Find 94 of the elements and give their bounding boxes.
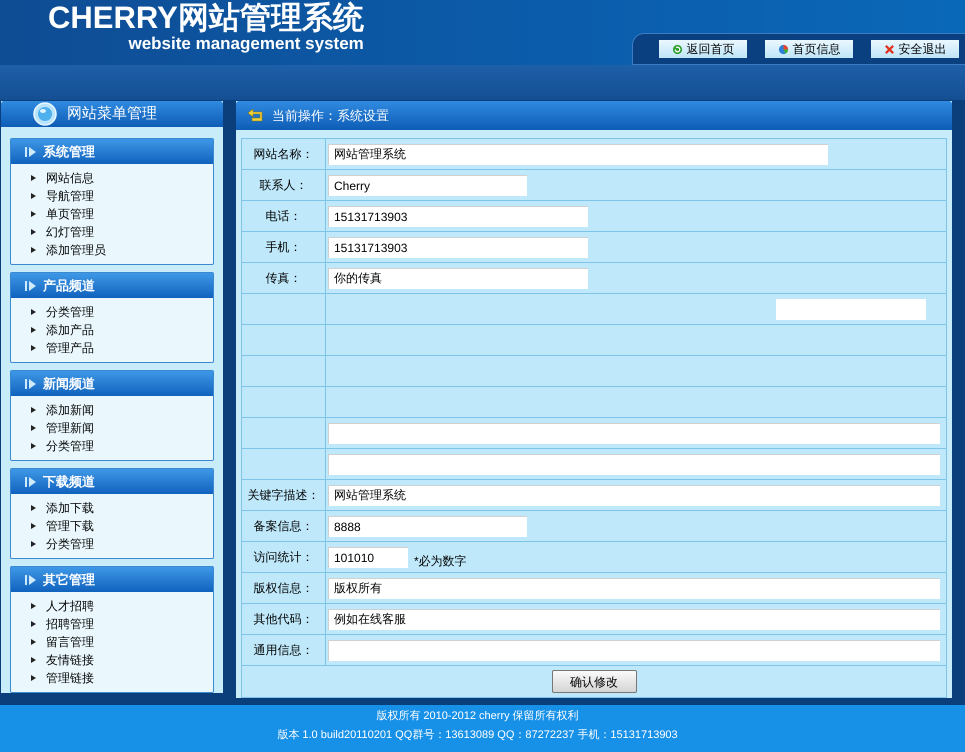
section-header[interactable]: 新闻频道 — [11, 371, 213, 396]
section-header[interactable]: 其它管理 — [11, 567, 213, 592]
menu-item[interactable]: 分类管理 — [46, 437, 94, 455]
bullet-icon — [31, 309, 36, 315]
bullet-icon — [31, 541, 36, 547]
field-label: 传真： — [266, 270, 302, 287]
menu-item[interactable]: 招聘管理 — [46, 615, 94, 633]
section-title: 新闻频道 — [43, 374, 95, 393]
menu-item[interactable]: 友情链接 — [46, 651, 94, 669]
input-field[interactable]: 版权所有 — [328, 578, 940, 598]
input-field[interactable]: 8888 — [328, 516, 527, 536]
bullet-icon — [31, 327, 36, 333]
refresh-icon — [672, 44, 682, 54]
bullet-icon — [31, 425, 36, 431]
input-field[interactable] — [328, 640, 940, 660]
input-field[interactable]: Cherry — [328, 174, 527, 196]
field-label: 备案信息： — [254, 518, 314, 535]
field-label: 关键字描述： — [248, 487, 320, 504]
section-title: 下载频道 — [43, 472, 95, 491]
menu-item[interactable]: 人才招聘 — [46, 597, 94, 615]
menu-item[interactable]: 留言管理 — [46, 633, 94, 651]
bullet-icon — [31, 639, 36, 645]
bullet-icon — [31, 345, 36, 351]
header-link[interactable]: 返回首页 — [659, 40, 747, 58]
field-label: 网站名称： — [254, 146, 314, 163]
return-arrow-icon — [248, 108, 264, 122]
site-title: CHERRY网站管理系统 — [48, 0, 364, 36]
menu-item[interactable]: 添加下载 — [46, 499, 94, 517]
bullet-icon — [31, 523, 36, 529]
hint-text: *必为数字 — [414, 553, 467, 570]
menu-item[interactable]: 管理下载 — [46, 517, 94, 535]
footer-text: 版本 1.0 build20110201 QQ群号：13613089 QQ：87272237 手机：15131713903 — [277, 728, 678, 742]
section-header[interactable]: 产品频道 — [11, 273, 213, 298]
input-field[interactable]: 15131713903 — [328, 206, 588, 226]
field-label: 版权信息： — [254, 580, 314, 597]
input-field[interactable]: 网站管理系统 — [328, 484, 940, 506]
field-label: 联系人： — [260, 177, 308, 194]
play-icon — [25, 146, 37, 156]
bullet-icon — [31, 407, 36, 413]
input-field[interactable]: 15131713903 — [328, 236, 588, 258]
menu-item[interactable]: 管理链接 — [46, 669, 94, 687]
bullet-icon — [31, 657, 36, 663]
globe-icon — [33, 102, 57, 126]
footer-text: 版权所有 2010-2012 cherry 保留所有权利 — [376, 709, 579, 723]
play-icon — [25, 476, 37, 486]
bullet-icon — [31, 229, 36, 235]
section-title: 系统管理 — [43, 142, 95, 161]
field-label: 通用信息： — [254, 642, 314, 659]
section-header[interactable]: 系统管理 — [11, 139, 213, 164]
menu-item[interactable]: 添加产品 — [46, 321, 94, 339]
section-header[interactable]: 下载频道 — [11, 469, 213, 494]
menu-item[interactable]: 单页管理 — [46, 205, 94, 223]
field-label: 电话： — [266, 208, 302, 225]
play-icon — [25, 574, 37, 584]
field-label: 手机： — [266, 239, 302, 256]
close-icon — [884, 44, 894, 54]
menu-item[interactable]: 分类管理 — [46, 303, 94, 321]
field-label: 其他代码： — [254, 611, 314, 628]
play-icon — [25, 280, 37, 290]
input-field[interactable] — [328, 454, 940, 474]
section-title: 其它管理 — [43, 570, 95, 589]
menu-item[interactable]: 管理产品 — [46, 339, 94, 357]
bullet-icon — [31, 175, 36, 181]
bullet-icon — [31, 621, 36, 627]
menu-item[interactable]: 管理新闻 — [46, 419, 94, 437]
header-link[interactable]: 首页信息 — [765, 40, 853, 58]
site-subtitle: website management system — [128, 35, 364, 53]
section-title: 产品频道 — [43, 276, 95, 295]
bullet-icon — [31, 211, 36, 217]
submit-button[interactable]: 确认修改 — [552, 670, 636, 693]
input-field[interactable] — [776, 298, 926, 320]
menu-item[interactable]: 网站信息 — [46, 169, 94, 187]
input-field[interactable]: 你的传真 — [328, 268, 588, 288]
input-field[interactable]: 网站管理系统 — [328, 144, 828, 164]
bullet-icon — [31, 443, 36, 449]
menu-item[interactable]: 幻灯管理 — [46, 223, 94, 241]
input-field[interactable]: 例如在线客服 — [328, 608, 940, 630]
input-field[interactable] — [328, 422, 940, 444]
menu-item[interactable]: 分类管理 — [46, 535, 94, 553]
play-icon — [25, 378, 37, 388]
bullet-icon — [31, 193, 36, 199]
input-field[interactable]: 101010 — [328, 546, 408, 568]
field-label: 访问统计： — [254, 549, 314, 566]
menu-item[interactable]: 添加新闻 — [46, 401, 94, 419]
sidebar-title: 网站菜单管理 — [67, 104, 157, 124]
menu-item[interactable]: 导航管理 — [46, 187, 94, 205]
pie-chart-icon — [778, 44, 788, 54]
menu-item[interactable]: 添加管理员 — [46, 241, 106, 259]
header-link[interactable]: 安全退出 — [871, 40, 959, 58]
breadcrumb: 当前操作：系统设置 — [272, 106, 389, 125]
bullet-icon — [31, 247, 36, 253]
bullet-icon — [31, 505, 36, 511]
bullet-icon — [31, 603, 36, 609]
bullet-icon — [31, 675, 36, 681]
